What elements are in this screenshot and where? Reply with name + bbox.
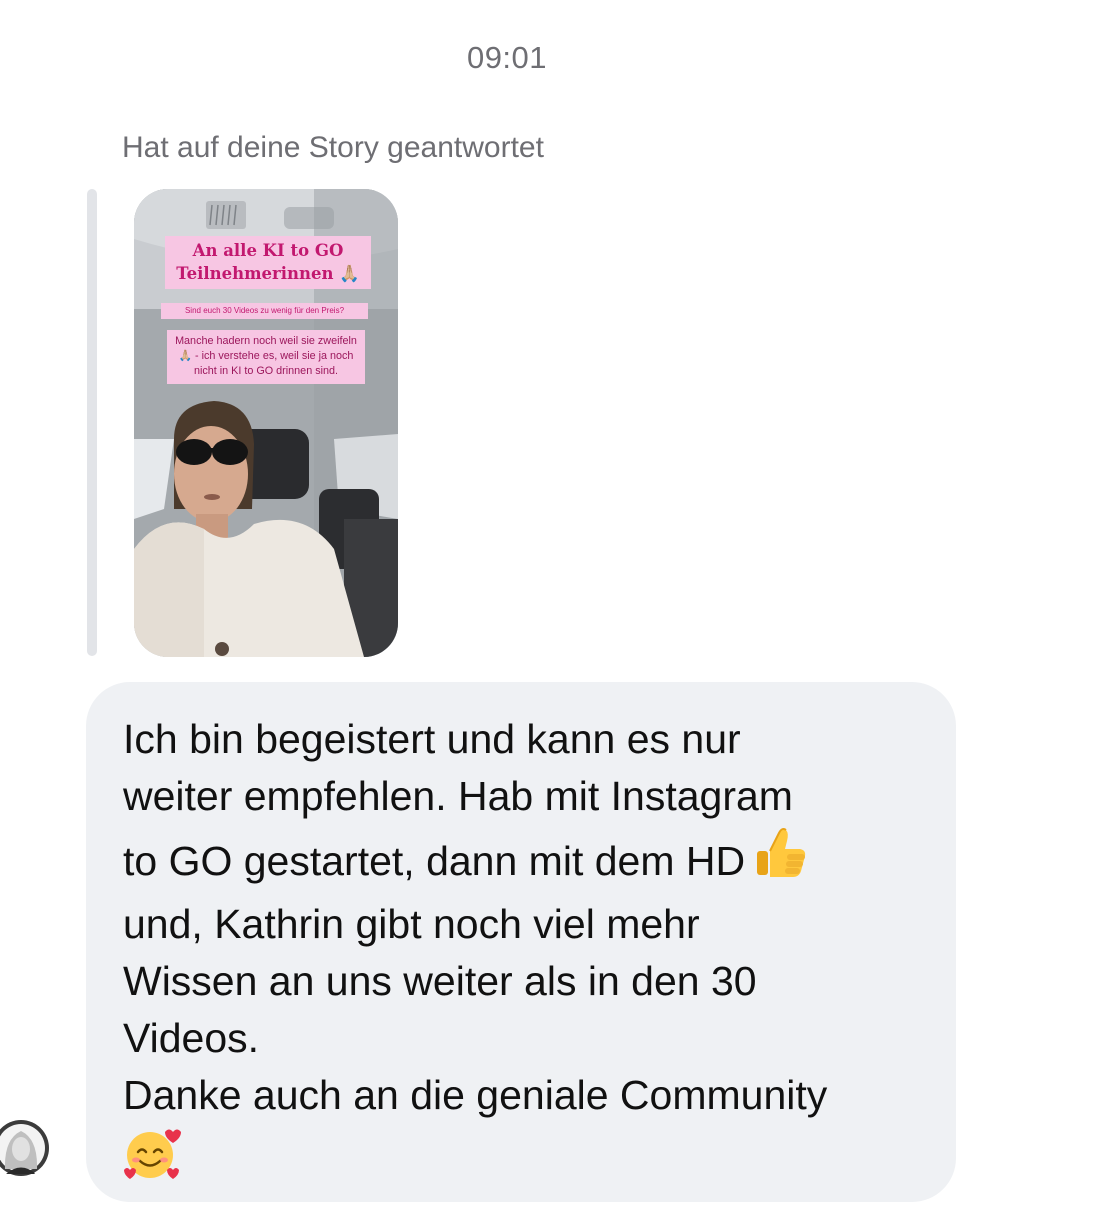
story-title-line1: An alle KI to GO [192,241,344,260]
story-reply-label: Hat auf deine Story geantwortet [122,131,544,164]
story-thumbnail[interactable]: An alle KI to GO Teilnehmerinnen 🙏🏼 Sind… [134,189,398,657]
story-title: An alle KI to GO Teilnehmerinnen 🙏🏼 [165,236,371,289]
sender-avatar[interactable] [0,1119,50,1177]
message-text-part2: und, Kathrin gibt noch viel mehr Wissen … [123,901,828,1118]
smiling-face-with-hearts-icon [123,1124,181,1197]
message-timestamp: 09:01 [466,40,548,75]
story-subtitle: Sind euch 30 Videos zu wenig für den Pre… [161,303,368,319]
message-bubble[interactable]: Ich bin begeistert und kann es nur weite… [86,682,956,1202]
chat-screen: 09:01 Hat auf deine Story geantwortet An… [0,0,1097,1227]
story-title-line2: Teilnehmerinnen 🙏🏼 [176,264,360,283]
message-text-part1: Ich bin begeistert und kann es nur weite… [123,716,793,884]
reply-indicator-bar [87,189,97,656]
story-body-text: Manche hadern noch weil sie zweifeln 🙏🏼 … [167,330,365,384]
avatar-image [0,1120,49,1176]
thumbs-up-icon [753,825,809,896]
message-text: Ich bin begeistert und kann es nur weite… [123,711,926,1197]
